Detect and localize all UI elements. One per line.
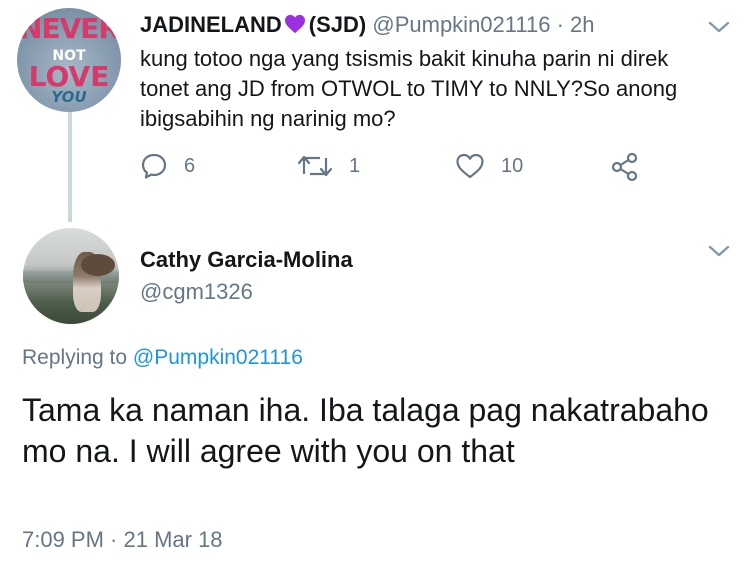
chevron-down-icon[interactable] [708,244,730,258]
like-icon [456,153,484,179]
replying-to: Replying to @Pumpkin021116 [22,346,303,370]
avatar-text: NEVER [19,12,120,45]
tweet-text: Tama ka naman iha. Iba talaga pag nakatr… [22,392,709,469]
retweet-count: 1 [349,154,361,177]
share-icon [611,152,638,182]
tweet-time[interactable]: · 2h [557,12,595,37]
display-name[interactable]: JADINELAND [140,12,282,37]
replying-to-label: Replying to [22,346,128,369]
purple-heart-icon [284,14,305,34]
display-name-suffix[interactable]: (SJD) [309,12,366,37]
replying-to-link[interactable]: @Pumpkin021116 [133,346,303,369]
chevron-down-icon[interactable] [708,20,730,34]
avatar-text: YOU [51,88,87,106]
user-handle[interactable]: @Pumpkin021116 [372,12,550,37]
thread-line [68,110,72,222]
avatar[interactable]: NEVER NOT LOVE YOU [17,8,121,112]
user-handle[interactable]: @cgm1326 [140,279,253,305]
like-button[interactable]: 10 [455,152,523,180]
tweet-header: JADINELAND (SJD) @Pumpkin021116 · 2h [140,12,595,38]
retweet-button[interactable]: 1 [297,152,360,180]
share-button[interactable] [610,152,640,182]
display-name[interactable]: Cathy Garcia-Molina [140,247,353,273]
avatar[interactable] [23,228,119,324]
like-count: 10 [501,154,524,177]
tweet-timestamp[interactable]: 7:09 PM · 21 Mar 18 [22,527,223,553]
reply-count: 6 [184,154,196,177]
reply-button[interactable]: 6 [140,152,195,180]
tweet-text: kung totoo nga yang tsismis bakit kinuha… [140,46,678,131]
retweet-icon [297,155,333,177]
reply-icon [141,153,167,179]
